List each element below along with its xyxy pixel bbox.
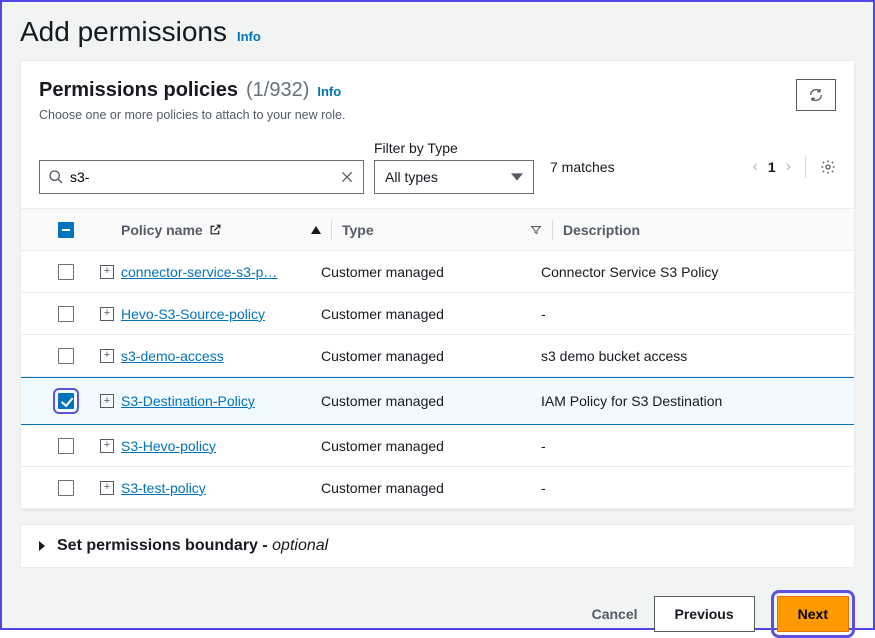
- col-header-name[interactable]: Policy name: [121, 222, 321, 238]
- row-checkbox[interactable]: [58, 438, 74, 454]
- cancel-button[interactable]: Cancel: [592, 606, 638, 622]
- row-checkbox[interactable]: [58, 480, 74, 496]
- policy-name-link[interactable]: S3-Destination-Policy: [121, 393, 255, 409]
- expand-icon[interactable]: +: [100, 349, 114, 363]
- caret-right-icon: [37, 541, 47, 551]
- policy-description: Connector Service S3 Policy: [541, 264, 836, 280]
- policy-type: Customer managed: [321, 480, 541, 496]
- policy-description: -: [541, 306, 836, 322]
- expand-icon[interactable]: +: [100, 394, 114, 408]
- panel-title: Permissions policies: [39, 79, 238, 102]
- col-header-type[interactable]: Type: [342, 222, 542, 238]
- policy-type: Customer managed: [321, 306, 541, 322]
- filter-type-select[interactable]: All types: [374, 160, 534, 194]
- page-next-icon[interactable]: ›: [786, 158, 791, 176]
- clear-search-icon[interactable]: [339, 169, 355, 185]
- filter-type-label: Filter by Type: [374, 140, 534, 156]
- boundary-title-bold: Set permissions boundary -: [57, 537, 272, 554]
- table-row: + S3-Destination-Policy Customer managedIA…: [21, 377, 854, 425]
- row-checkbox[interactable]: [58, 348, 74, 364]
- previous-button[interactable]: Previous: [654, 596, 755, 632]
- table-row: + Hevo-S3-Source-policy Customer managed-: [21, 293, 854, 335]
- expand-icon[interactable]: +: [100, 439, 114, 453]
- match-count: 7 matches: [550, 159, 615, 175]
- permissions-boundary-toggle[interactable]: Set permissions boundary - optional: [20, 524, 855, 568]
- search-input-wrap[interactable]: [39, 160, 364, 194]
- policy-description: -: [541, 480, 836, 496]
- panel-count: (1/932): [246, 79, 309, 102]
- table-row: + s3-demo-access Customer manageds3 demo b…: [21, 335, 854, 377]
- page-title: Add permissions: [20, 16, 227, 48]
- sort-asc-icon: [311, 225, 321, 235]
- policy-type: Customer managed: [321, 438, 541, 454]
- col-header-description[interactable]: Description: [563, 222, 836, 238]
- info-link-header[interactable]: Info: [237, 29, 261, 44]
- policy-name-link[interactable]: s3-demo-access: [121, 348, 224, 364]
- divider: [805, 156, 806, 178]
- row-checkbox[interactable]: [58, 306, 74, 322]
- search-icon: [48, 169, 64, 185]
- expand-icon[interactable]: +: [100, 265, 114, 279]
- boundary-title-optional: optional: [272, 537, 328, 554]
- add-permissions-page: Add permissions Info Permissions policie…: [0, 0, 875, 630]
- policies-table: Policy name Type: [21, 208, 854, 509]
- policy-name-link[interactable]: connector-service-s3-p…: [121, 264, 277, 280]
- panel-header: Permissions policies (1/932) Info Choose…: [39, 79, 836, 122]
- wizard-footer: Cancel Previous Next: [20, 590, 855, 638]
- info-link-panel[interactable]: Info: [317, 84, 341, 99]
- settings-icon[interactable]: [820, 159, 836, 175]
- next-button-highlight: Next: [771, 590, 855, 638]
- policy-description: -: [541, 438, 836, 454]
- policy-description: s3 demo bucket access: [541, 348, 836, 364]
- policy-type: Customer managed: [321, 264, 541, 280]
- policy-name-link[interactable]: Hevo-S3-Source-policy: [121, 306, 265, 322]
- permissions-policies-panel: Permissions policies (1/932) Info Choose…: [20, 60, 855, 510]
- policy-type: Customer managed: [321, 348, 541, 364]
- refresh-button[interactable]: [796, 79, 836, 111]
- filter-row: Filter by Type All types 7 matches ‹ 1 ›: [39, 140, 836, 194]
- refresh-icon: [808, 87, 824, 103]
- policy-description: IAM Policy for S3 Destination: [541, 393, 836, 409]
- table-row: + connector-service-s3-p… Customer managed…: [21, 251, 854, 293]
- page-prev-icon[interactable]: ‹: [753, 158, 758, 176]
- select-all-checkbox[interactable]: [58, 222, 74, 238]
- table-row: + S3-test-policy Customer managed-: [21, 467, 854, 509]
- table-header-row: Policy name Type: [21, 209, 854, 251]
- search-input[interactable]: [64, 169, 339, 185]
- expand-icon[interactable]: +: [100, 307, 114, 321]
- policy-name-link[interactable]: S3-Hevo-policy: [121, 438, 216, 454]
- table-row: + S3-Hevo-policy Customer managed-: [21, 425, 854, 467]
- external-link-icon: [209, 223, 222, 236]
- filter-type-value: All types: [385, 169, 438, 185]
- page-header: Add permissions Info: [20, 16, 855, 48]
- pagination: ‹ 1 ›: [753, 156, 836, 178]
- next-button[interactable]: Next: [777, 596, 849, 632]
- row-checkbox[interactable]: [58, 393, 74, 409]
- caret-down-icon: [511, 171, 523, 183]
- expand-icon[interactable]: +: [100, 481, 114, 495]
- checkbox-highlight: [53, 388, 79, 414]
- row-checkbox[interactable]: [58, 264, 74, 280]
- policy-type: Customer managed: [321, 393, 541, 409]
- policy-name-link[interactable]: S3-test-policy: [121, 480, 206, 496]
- filter-icon: [530, 224, 542, 236]
- page-number: 1: [768, 159, 776, 175]
- panel-subtitle: Choose one or more policies to attach to…: [39, 108, 345, 122]
